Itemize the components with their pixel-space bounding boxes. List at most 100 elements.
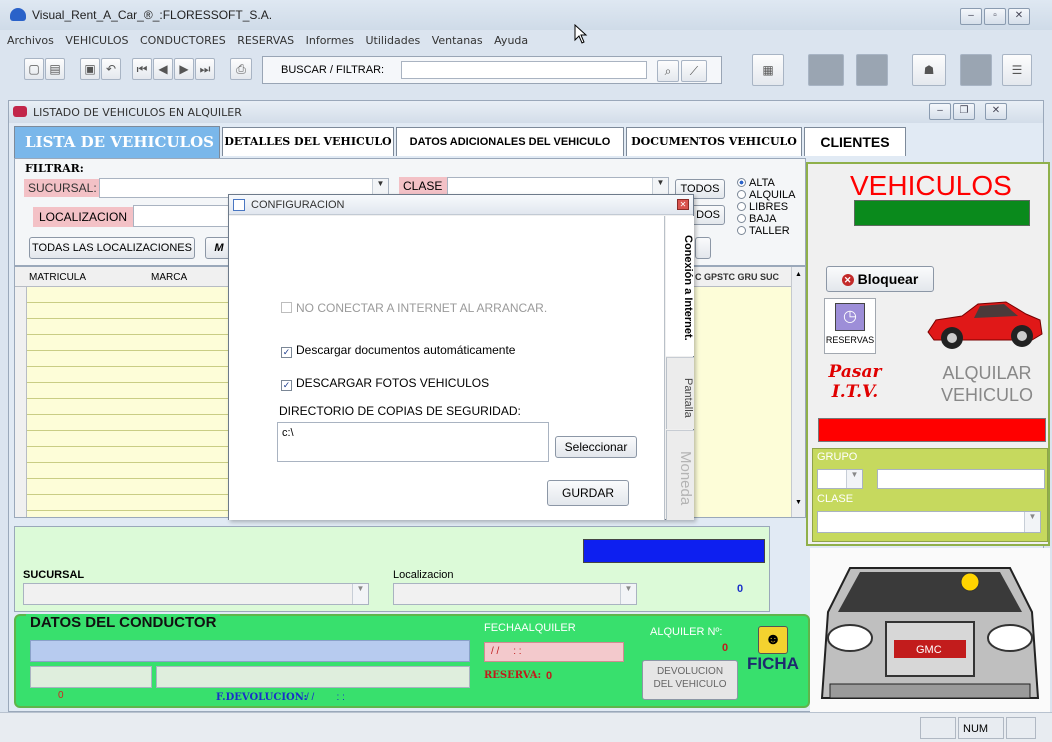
maximize-button[interactable]: ▫	[984, 8, 1006, 25]
tab-detalles[interactable]: DETALLES DEL VEHICULO	[222, 127, 394, 156]
undo-icon[interactable]: ↶	[101, 58, 121, 80]
sucursal-bottom-combo[interactable]: ▼	[23, 583, 369, 605]
scroll-up-icon[interactable]: ▲	[795, 271, 802, 278]
devolucion-button[interactable]: DEVOLUCION DEL VEHICULO	[642, 660, 738, 700]
num-indicator: NUM	[958, 717, 1004, 739]
dialog-title-bar: CONFIGURACION ✕	[229, 195, 693, 215]
people-icon[interactable]: ☗	[912, 54, 946, 86]
menu-ayuda[interactable]: Ayuda	[494, 34, 528, 47]
tab-pantalla[interactable]: Pantalla	[666, 357, 694, 429]
localizacion-bottom-combo[interactable]: ▼	[393, 583, 637, 605]
radio-libres[interactable]: LIBRES	[737, 201, 795, 213]
clase-right-combo[interactable]: ▼	[817, 511, 1041, 533]
conductor-id-field[interactable]	[30, 666, 152, 688]
reserva-value: 0	[546, 670, 553, 682]
radio-baja[interactable]: BAJA	[737, 213, 795, 225]
location-count: 0	[737, 583, 744, 595]
conductor-name-field[interactable]	[30, 640, 470, 662]
next-record-icon[interactable]: ▶	[174, 58, 194, 80]
menu-utilidades[interactable]: Utilidades	[365, 34, 420, 47]
tab-datos-adicionales[interactable]: DATOS ADICIONALES DEL VEHICULO	[396, 127, 624, 156]
descargar-fotos-checkbox[interactable]: ✓ DESCARGAR FOTOS VEHICULOS	[281, 376, 489, 391]
conductor-extra-field[interactable]	[156, 666, 470, 688]
last-record-icon[interactable]: ⏭	[195, 58, 215, 80]
f-devolucion-value: / / : :	[306, 692, 345, 703]
localizacion-bottom-label: Localizacion	[393, 569, 454, 581]
clear-filter-icon[interactable]: ⟋	[681, 60, 707, 82]
grupo-clase-box: GRUPO ▼ CLASE ▼	[812, 448, 1048, 542]
child-restore-button[interactable]: ❐	[953, 103, 975, 120]
fecha-alquiler-field[interactable]: / / : :	[484, 642, 624, 662]
conductor-zero: 0	[58, 690, 64, 701]
seleccionar-button[interactable]: Seleccionar	[555, 436, 637, 458]
radio-taller[interactable]: TALLER	[737, 225, 795, 237]
grupo-combo[interactable]: ▼	[817, 469, 863, 489]
print-icon[interactable]: ⎙	[230, 58, 252, 80]
child-title-bar: LISTADO DE VEHICULOS EN ALQUILER – ❐ ✕	[9, 101, 1043, 123]
app-icon	[10, 8, 26, 21]
col-marca[interactable]: MARCA	[151, 272, 187, 283]
red-car-image	[927, 301, 1043, 349]
calculator-icon[interactable]: ▦	[752, 54, 784, 86]
menu-informes[interactable]: Informes	[306, 34, 354, 47]
localizacion-input[interactable]	[133, 205, 243, 227]
ficha-button[interactable]: ☻ FICHA	[740, 626, 806, 688]
minimize-button[interactable]: –	[960, 8, 982, 25]
binoculars-icon[interactable]: ⌕	[657, 60, 679, 82]
title-bar: Visual_Rent_A_Car_®_:FLORESSOFT_S.A. – ▫…	[0, 0, 1052, 30]
directorio-input[interactable]: c:\	[277, 422, 549, 462]
vehiculos-heading: VEHICULOS	[850, 170, 1012, 201]
filter-title: FILTRAR:	[25, 162, 84, 175]
menu-reservas[interactable]: RESERVAS	[237, 34, 294, 47]
menu-conductores[interactable]: CONDUCTORES	[140, 34, 226, 47]
new-icon[interactable]: ▢	[24, 58, 44, 80]
bloquear-button[interactable]: ✕ Bloquear	[826, 266, 934, 292]
reservas-button[interactable]: ◷ RESERVAS	[824, 298, 876, 354]
todas-localizaciones-button[interactable]: TODAS LAS LOCALIZACIONES	[29, 237, 195, 259]
dialog-close-icon[interactable]: ✕	[677, 199, 689, 210]
print-preview-icon[interactable]: ▤	[45, 58, 65, 80]
menu-vehiculos[interactable]: VEHICULOS	[65, 34, 128, 47]
tab-conexion-internet[interactable]: Conexión a Internet.	[666, 216, 694, 356]
grid-lines	[27, 287, 237, 517]
child-minimize-button[interactable]: –	[929, 103, 951, 120]
tab-lista-vehiculos[interactable]: LISTA DE VEHICULOS	[14, 126, 220, 158]
no-conectar-checkbox[interactable]: NO CONECTAR A INTERNET AL ARRANCAR.	[281, 301, 547, 315]
alquilar-vehiculo-button[interactable]: ALQUILAR VEHICULO	[930, 362, 1044, 412]
menu-ventanas[interactable]: Ventanas	[432, 34, 483, 47]
status-radio-group: ALTA ALQUILA LIBRES BAJA TALLER	[737, 177, 795, 237]
location-area: SUCURSAL ▼ Localizacion ▼ 0	[14, 526, 770, 612]
scroll-down-icon[interactable]: ▼	[795, 499, 802, 506]
search-label: BUSCAR / FILTRAR:	[281, 64, 385, 76]
people-folder-icon: ☻	[758, 626, 788, 654]
guardar-button[interactable]: GURDAR	[547, 480, 629, 506]
stub-button[interactable]	[695, 237, 711, 259]
tab-clientes[interactable]: CLIENTES	[804, 127, 906, 156]
blank-tool2-icon[interactable]	[960, 54, 992, 86]
menu-archivos[interactable]: Archivos	[7, 34, 54, 47]
tab-documentos[interactable]: DOCUMENTOS VEHICULO	[626, 127, 802, 156]
blank-tool-icon[interactable]	[856, 54, 888, 86]
radio-alta[interactable]: ALTA	[737, 177, 795, 189]
col-right-headers[interactable]: C GPSTC GRU SUC	[695, 272, 779, 282]
document-icon[interactable]: ☰	[1002, 54, 1032, 86]
search-input[interactable]	[401, 61, 647, 79]
radio-alquila[interactable]: ALQUILA	[737, 189, 795, 201]
descargar-docs-checkbox[interactable]: ✓ Descargar documentos automáticamente	[281, 343, 515, 358]
save-icon[interactable]: ▣	[80, 58, 100, 80]
map-icon[interactable]	[808, 54, 844, 86]
child-close-button[interactable]: ✕	[985, 103, 1007, 120]
pasar-itv-button[interactable]: Pasar I.T.V.	[824, 362, 886, 412]
grupo-label: GRUPO	[817, 451, 858, 463]
prev-record-icon[interactable]: ◀	[153, 58, 173, 80]
search-group: BUSCAR / FILTRAR: ⌕ ⟋	[262, 56, 722, 84]
alquiler-n-value: 0	[722, 642, 729, 654]
f-devolucion-label: F.DEVOLUCION:	[216, 692, 308, 703]
col-matricula[interactable]: MATRICULA	[29, 272, 86, 283]
close-button[interactable]: ✕	[1008, 8, 1030, 25]
dialog-icon	[233, 199, 245, 211]
grid-scrollbar[interactable]: ▲ ▼	[791, 267, 805, 517]
first-record-icon[interactable]: ⏮	[132, 58, 152, 80]
tab-moneda[interactable]: Moneda	[666, 430, 694, 520]
grid-row-indicators	[15, 287, 27, 517]
